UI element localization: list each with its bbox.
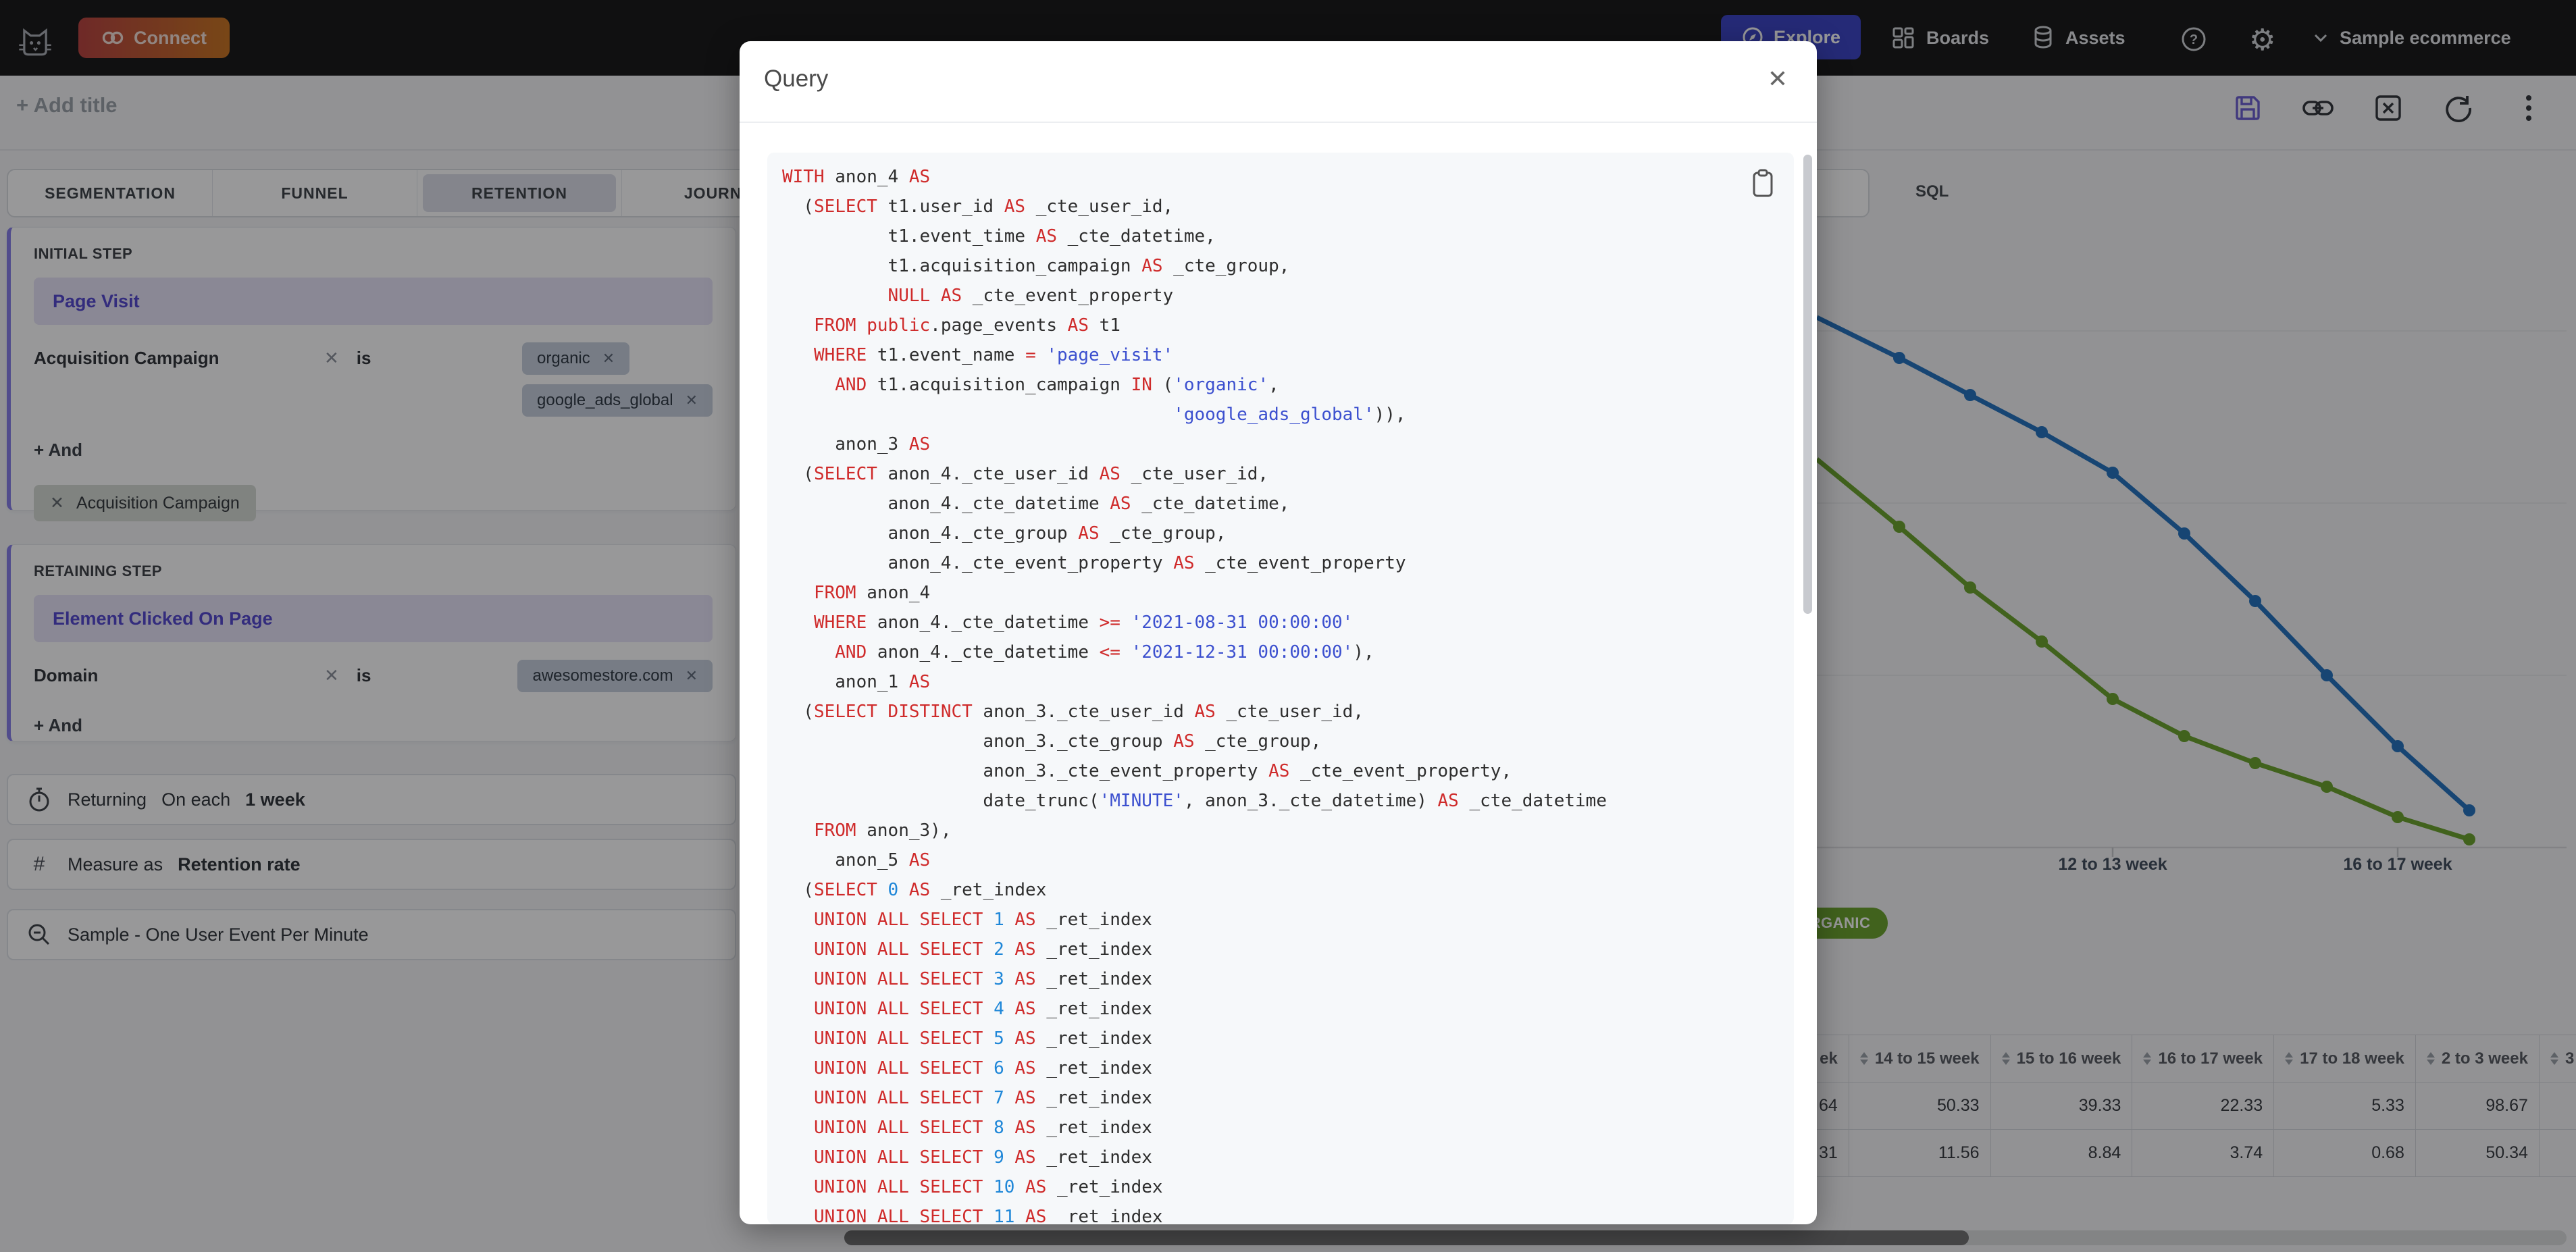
modal-header: Query ✕ [740,41,1817,122]
query-modal: Query ✕ WITH anon_4 AS (SELECT t1.user_i… [740,41,1817,1224]
sql-code: WITH anon_4 AS (SELECT t1.user_id AS _ct… [782,167,1607,1224]
modal-title: Query [764,66,829,92]
copy-icon[interactable] [1749,167,1776,199]
close-icon[interactable]: ✕ [1761,63,1794,95]
modal-divider [740,122,1817,123]
modal-vertical-scrollbar[interactable] [1803,155,1812,614]
sql-code-block: WITH anon_4 AS (SELECT t1.user_id AS _ct… [767,153,1794,1224]
app-root: Connect Explore Boards Assets ? ⚙ Sample… [0,0,2576,1252]
